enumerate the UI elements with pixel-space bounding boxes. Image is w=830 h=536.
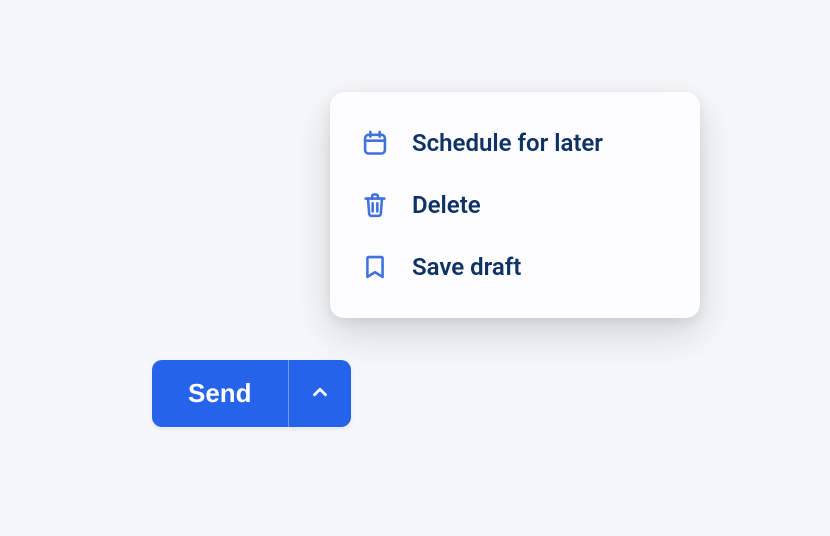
send-split-button: Send <box>152 360 351 427</box>
menu-item-label: Delete <box>412 191 481 219</box>
calendar-icon <box>360 128 390 158</box>
menu-item-label: Schedule for later <box>412 129 603 157</box>
menu-item-schedule[interactable]: Schedule for later <box>330 112 700 174</box>
send-options-toggle[interactable] <box>288 360 351 427</box>
send-button[interactable]: Send <box>152 360 288 427</box>
send-button-label: Send <box>188 378 252 409</box>
menu-item-label: Save draft <box>412 253 521 281</box>
bookmark-icon <box>360 252 390 282</box>
menu-item-delete[interactable]: Delete <box>330 174 700 236</box>
send-options-menu: Schedule for later Delete Save draft <box>330 92 700 318</box>
chevron-up-icon <box>309 381 331 406</box>
menu-item-save-draft[interactable]: Save draft <box>330 236 700 298</box>
trash-icon <box>360 190 390 220</box>
